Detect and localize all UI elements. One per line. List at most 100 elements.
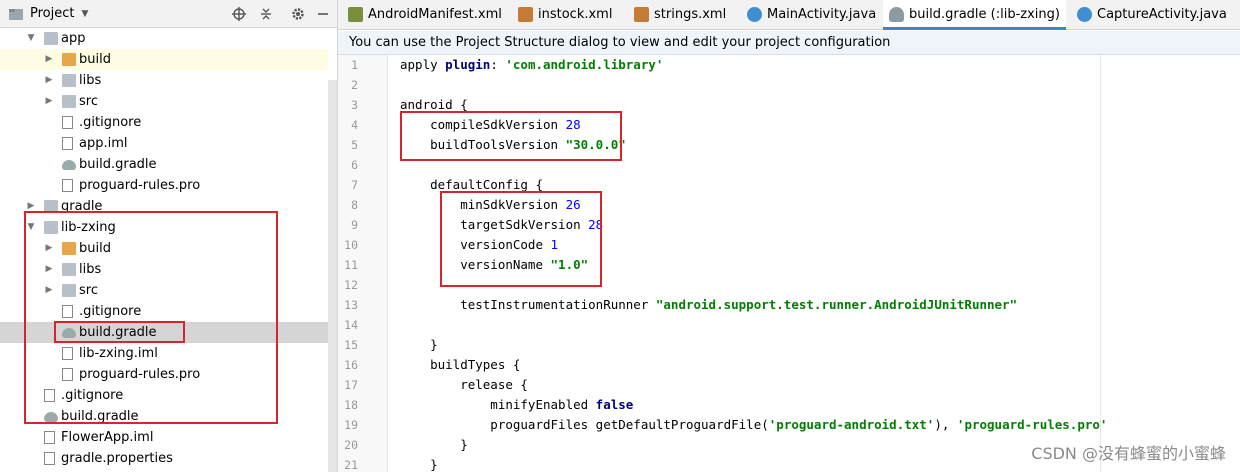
code-token: apply (400, 57, 446, 72)
line-number: 11 (344, 258, 358, 272)
tree-item[interactable]: ▶ src (0, 91, 328, 112)
editor-tab-label: instock.xml (538, 7, 613, 22)
code-editor[interactable]: 1 2 3 4 5 6 7 8 9 10 11 12 13 14 15 16 17 18 19 20 21 apply … (338, 55, 1240, 472)
line-number: 3 (351, 98, 358, 112)
code-line[interactable]: } (400, 335, 438, 355)
project-view-selector[interactable]: Project ▼ (30, 0, 92, 28)
line-number: 18 (344, 398, 358, 412)
highlight-box-lib-zxing (24, 211, 278, 424)
code-token: proguardFiles getDefaultProguardFile( (400, 417, 769, 432)
line-number: 13 (344, 298, 358, 312)
code-line[interactable]: buildTypes { (400, 355, 520, 375)
tree-item-label: src (79, 94, 98, 109)
chevron-right-icon[interactable]: ▶ (44, 70, 54, 91)
code-token: android { (400, 97, 468, 112)
code-token: } (400, 457, 438, 472)
watermark: CSDN @没有蜂蜜的小蜜蜂 (1031, 444, 1226, 463)
line-number: 21 (344, 458, 358, 472)
code-line[interactable]: release { (400, 375, 528, 395)
line-number: 7 (351, 178, 358, 192)
code-token: "android.support.test.runner.AndroidJUni… (655, 297, 1018, 312)
editor-tab[interactable]: instock.xml (512, 0, 622, 30)
editor-tab[interactable]: strings.xml (628, 0, 735, 30)
code-line[interactable]: } (400, 455, 438, 472)
code-token: 'proguard-android.txt' (768, 417, 935, 432)
editor-tab[interactable]: AndroidManifest.xml (342, 0, 507, 30)
tree-item[interactable]: app.iml (0, 133, 328, 154)
xml-file-icon (518, 7, 533, 22)
code-line[interactable]: apply plugin: 'com.android.library' (400, 55, 663, 75)
line-number: 6 (351, 158, 358, 172)
line-number: 20 (344, 438, 358, 452)
code-token: } (400, 437, 468, 452)
folder-icon (62, 53, 76, 66)
line-number: 16 (344, 358, 358, 372)
chevron-right-icon[interactable]: ▶ (44, 49, 54, 70)
collapse-all-icon[interactable] (257, 0, 275, 28)
tree-item[interactable]: .gitignore (0, 112, 328, 133)
line-number: 19 (344, 418, 358, 432)
tree-item[interactable]: ▶ libs (0, 70, 328, 91)
folder-icon (62, 95, 76, 108)
tree-item-label: .gitignore (79, 115, 142, 130)
right-margin-guide (1100, 55, 1101, 472)
project-panel-header: Project ▼ (0, 0, 337, 28)
line-number: 9 (351, 218, 358, 232)
line-number: 2 (351, 78, 358, 92)
project-view-title: Project (30, 6, 75, 21)
minimize-icon[interactable] (314, 0, 332, 28)
project-view-icon (6, 0, 26, 28)
tree-item[interactable]: FlowerApp.iml (0, 427, 328, 448)
file-icon (62, 116, 73, 129)
line-number: 10 (344, 238, 358, 252)
code-token: 'proguard-rules.pro' (956, 417, 1108, 432)
code-token: buildTypes { (400, 357, 521, 372)
file-icon (44, 431, 55, 444)
gradle-icon (62, 160, 76, 170)
line-number: 12 (344, 278, 358, 292)
code-line[interactable]: } (400, 435, 468, 455)
java-class-icon (1077, 7, 1092, 22)
project-panel: Project ▼ ▼ app ▶ build ▶ libs ▶ src .gitignore a… (0, 0, 338, 472)
editor-tab[interactable]: build.gradle (:lib-zxing) (883, 0, 1066, 30)
editor-tab-label: CaptureActivity.java (1097, 7, 1227, 22)
chevron-down-icon: ▼ (81, 9, 89, 19)
highlight-box-build-gradle (54, 321, 185, 343)
code-token: minifyEnabled (400, 397, 596, 412)
folder-icon (62, 74, 76, 87)
tree-item-label: FlowerApp.iml (61, 430, 154, 445)
locate-icon[interactable] (230, 0, 248, 28)
code-token: } (400, 337, 438, 352)
editor-tabbar: AndroidManifest.xml instock.xml strings.xm… (338, 0, 1240, 30)
chevron-right-icon[interactable]: ▶ (44, 91, 54, 112)
tree-item[interactable]: gradle.properties (0, 448, 328, 469)
code-line[interactable]: testInstrumentationRunner "android.suppo… (400, 295, 1017, 315)
java-class-icon (747, 7, 762, 22)
code-line[interactable]: proguardFiles getDefaultProguardFile('pr… (400, 415, 1107, 435)
tree-item[interactable]: ▼ app (0, 28, 328, 49)
editor-tab-label: strings.xml (654, 7, 727, 22)
xml-file-icon (634, 7, 649, 22)
tree-item[interactable]: build.gradle (0, 154, 328, 175)
editor-tab-label: build.gradle (:lib-zxing) (909, 7, 1060, 22)
scrollbar[interactable] (328, 80, 337, 472)
editor-tab[interactable]: MainActivity.java (741, 0, 878, 30)
chevron-down-icon[interactable]: ▼ (26, 28, 36, 49)
tree-item-label: build (79, 52, 111, 67)
code-token: ), (934, 417, 957, 432)
code-line[interactable]: minifyEnabled false (400, 395, 633, 415)
editor-tab-label: AndroidManifest.xml (368, 7, 502, 22)
project-structure-notice[interactable]: You can use the Project Structure dialog… (338, 31, 1240, 55)
code-token: defaultConfig { (400, 177, 543, 192)
highlight-box-default-config (440, 191, 602, 287)
tree-item[interactable]: proguard-rules.pro (0, 175, 328, 196)
gear-icon[interactable] (289, 0, 307, 28)
highlight-box-sdk-versions (400, 111, 622, 161)
line-number: 17 (344, 378, 358, 392)
tree-item-label: libs (79, 73, 102, 88)
tree-item[interactable]: ▶ build (0, 49, 328, 70)
code-token: release { (400, 377, 528, 392)
line-number: 1 (351, 58, 358, 72)
line-number: 5 (351, 138, 358, 152)
editor-tab[interactable]: CaptureActivity.java (1071, 0, 1231, 30)
